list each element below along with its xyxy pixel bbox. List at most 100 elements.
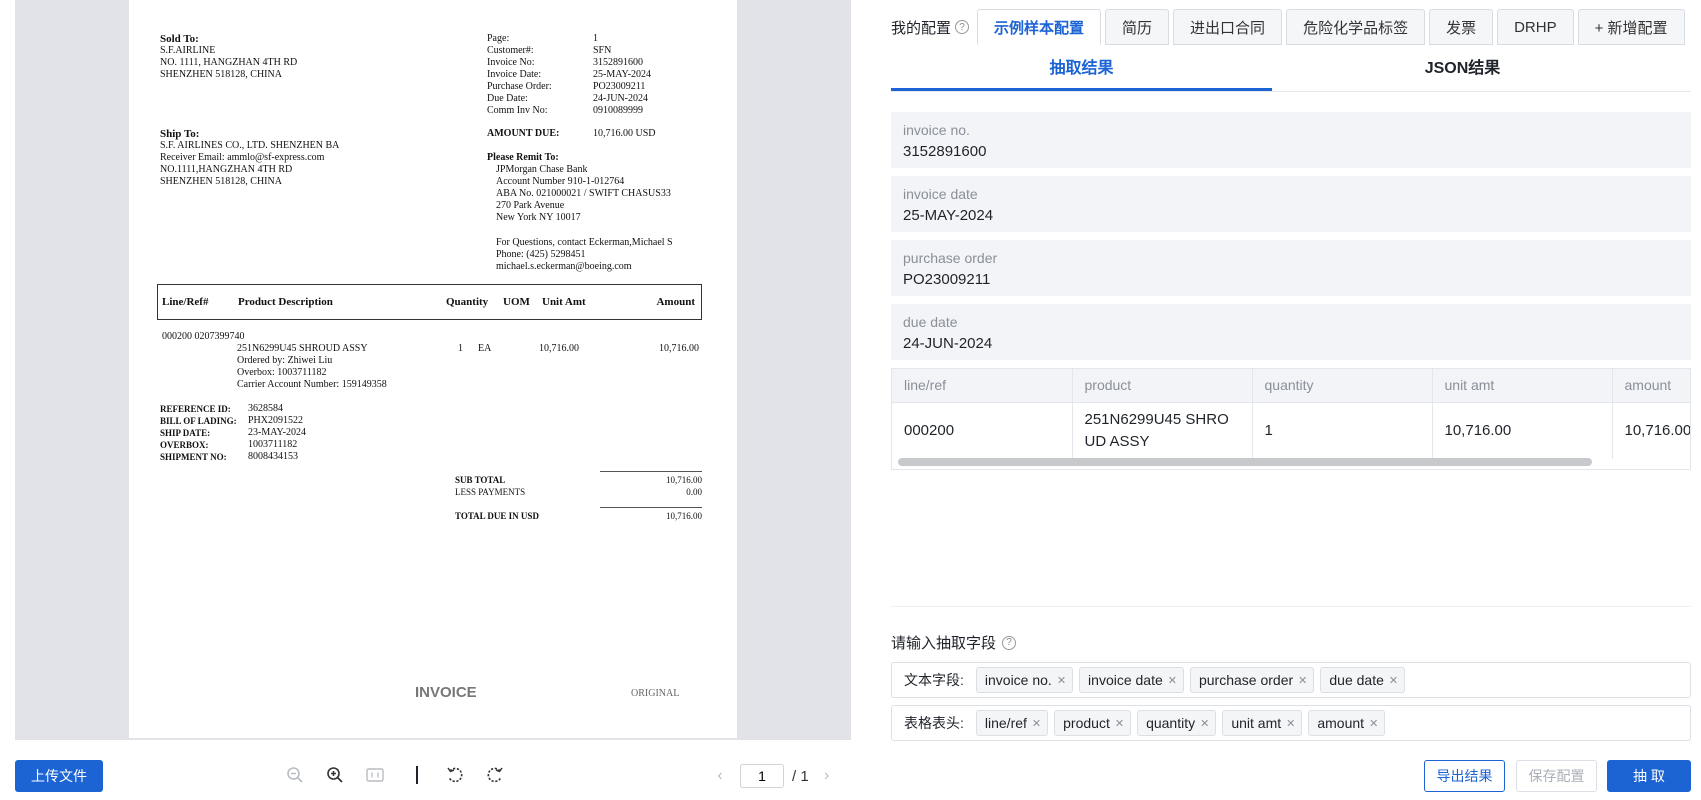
extract-button[interactable]: 抽 取 (1607, 760, 1691, 792)
ref-value: 23-MAY-2024 (248, 427, 306, 438)
export-results-button[interactable]: 导出结果 (1424, 760, 1505, 792)
tab-extraction-result[interactable]: 抽取结果 (891, 50, 1272, 91)
field-value: 24-JUN-2024 (903, 335, 993, 352)
close-icon[interactable]: ✕ (1115, 717, 1124, 730)
meta-value: 1 (593, 33, 598, 44)
viewer-canvas[interactable]: Sold To: S.F.AIRLINE NO. 1111, HANGZHAN … (15, 0, 851, 740)
config-tab-sample[interactable]: 示例样本配置 (977, 9, 1102, 45)
close-icon[interactable]: ✕ (1032, 717, 1041, 730)
tag-label: due date (1329, 672, 1384, 688)
config-bar: 我的配置 ? 示例样本配置 简历 进出口合同 危险化学品标签 发票 DRHP +… (891, 9, 1689, 45)
help-icon[interactable]: ? (1002, 635, 1017, 650)
upload-file-button[interactable]: 上传文件 (15, 760, 103, 792)
rotate-right-icon[interactable] (484, 764, 506, 786)
config-tab-resume[interactable]: 简历 (1105, 9, 1170, 45)
contact-line: For Questions, contact Eckerman,Michael … (496, 237, 673, 248)
reference-block: REFERENCE ID: 3628584 BILL OF LADING: PHX2… (160, 403, 306, 463)
table-headers-input[interactable]: 表格表头: line/ref ✕ product ✕ quantity ✕ unit … (891, 705, 1691, 741)
field-value: 3152891600 (903, 143, 987, 160)
field-label: invoice no. (903, 122, 970, 138)
tag-label: invoice no. (984, 672, 1052, 688)
tag-due-date: due date ✕ (1320, 667, 1406, 693)
ref-key: BILL OF LADING: (160, 416, 237, 426)
close-icon[interactable]: ✕ (1168, 674, 1177, 687)
item-line: 251N6299U45 SHROUD ASSY (237, 343, 368, 354)
page-total: / 1 (792, 767, 809, 785)
extraction-panel: 我的配置 ? 示例样本配置 简历 进出口合同 危险化学品标签 发票 DRHP +… (870, 0, 1701, 800)
amount-due-label: AMOUNT DUE: (487, 128, 560, 139)
result-tabs: 抽取结果 JSON结果 (891, 50, 1691, 92)
invoice-meta: Page: 1 Customer#: SFN Invoice No: 31528916… (487, 33, 687, 117)
tag-amount: amount ✕ (1308, 710, 1386, 736)
result-table: line/ref product quantity unit amt amoun… (891, 368, 1691, 470)
close-icon[interactable]: ✕ (1298, 674, 1307, 687)
header-unit-amt: Unit Amt (542, 296, 586, 308)
ship-to-block: Ship To: S.F. AIRLINES CO., LTD. SHENZHE… (160, 128, 339, 188)
horizontal-scrollbar[interactable] (898, 458, 1592, 466)
line-items-header: Line/Ref# Product Description Quantity U… (157, 284, 702, 320)
zoom-out-icon[interactable] (284, 764, 306, 786)
ref-value: PHX2091522 (248, 415, 304, 426)
tag-line-ref: line/ref ✕ (975, 710, 1049, 736)
ship-to-line: SHENZHEN 518128, CHINA (160, 176, 282, 187)
text-cursor-icon[interactable] (406, 764, 428, 786)
ref-key: REFERENCE ID: (160, 404, 231, 414)
header-description: Product Description (238, 296, 333, 308)
config-tab-drhp[interactable]: DRHP (1497, 9, 1574, 45)
tag-label: line/ref (984, 715, 1027, 731)
meta-key: Page: (487, 33, 510, 44)
table-header-cell: product (1072, 369, 1253, 403)
rotate-left-icon[interactable] (444, 764, 466, 786)
tag-invoice-no: invoice no. ✕ (975, 667, 1074, 693)
ref-value: 8008434153 (248, 451, 298, 462)
meta-value: 0910089999 (593, 105, 643, 116)
meta-key: Purchase Order: (487, 81, 552, 92)
close-icon[interactable]: ✕ (1369, 717, 1378, 730)
config-tab-invoice[interactable]: 发票 (1429, 9, 1494, 45)
tag-product: product ✕ (1054, 710, 1132, 736)
field-label: purchase order (903, 250, 998, 266)
config-tab-hazard-label[interactable]: 危险化学品标签 (1286, 9, 1426, 45)
sold-to-line: S.F.AIRLINE (160, 45, 216, 56)
close-icon[interactable]: ✕ (1286, 717, 1295, 730)
save-config-button[interactable]: 保存配置 (1516, 760, 1597, 792)
subtotal-rule (600, 471, 702, 472)
item-description: 251N6299U45 SHROUD ASSY Ordered by: Zhiw… (237, 343, 387, 391)
help-icon[interactable]: ? (955, 20, 970, 34)
meta-value: PO23009211 (593, 81, 646, 92)
remit-line: ABA No. 021000021 / SWIFT CHASUS33 (496, 188, 671, 199)
meta-key: Customer#: (487, 45, 534, 56)
ship-to-line: S.F. AIRLINES CO., LTD. SHENZHEN BA (160, 140, 340, 151)
remit-line: New York NY 10017 (496, 212, 581, 223)
divider (891, 606, 1691, 607)
table-cell: 000200 (892, 402, 1073, 459)
table-cell: 10,716.00 (1432, 402, 1613, 459)
sold-to-line: NO. 1111, HANGZHAN 4TH RD (160, 57, 298, 68)
text-fields-label: 文本字段: (904, 672, 964, 688)
close-icon[interactable]: ✕ (1057, 674, 1066, 687)
meta-key: Due Date: (487, 93, 528, 104)
text-fields-input[interactable]: 文本字段: invoice no. ✕ invoice date ✕ purchas… (891, 662, 1691, 698)
zoom-in-icon[interactable] (324, 764, 346, 786)
header-line-ref: Line/Ref# (162, 296, 209, 308)
page-navigation: ‹ / 1 › (710, 764, 837, 788)
header-amount: Amount (656, 296, 695, 308)
add-config-button[interactable]: + 新增配置 (1577, 9, 1685, 45)
ship-to-line: Receiver Email: ammlo@sf-express.com (160, 152, 325, 163)
tab-json-result[interactable]: JSON结果 (1272, 50, 1653, 91)
ship-to-title: Ship To: (160, 128, 200, 140)
next-page-icon[interactable]: › (817, 767, 837, 785)
table-headers-label: 表格表头: (904, 715, 964, 731)
table-cell: 251N6299U45 SHROUD ASSY (1072, 402, 1253, 459)
extraction-input-title: 请输入抽取字段 ? (891, 632, 1024, 653)
ref-key: OVERBOX: (160, 440, 209, 450)
actual-size-icon[interactable] (364, 764, 386, 786)
close-icon[interactable]: ✕ (1200, 717, 1209, 730)
config-tab-contract[interactable]: 进出口合同 (1173, 9, 1283, 45)
prev-page-icon[interactable]: ‹ (710, 767, 730, 785)
close-icon[interactable]: ✕ (1389, 674, 1398, 687)
table-header-row: line/ref product quantity unit amt amoun… (892, 369, 1690, 403)
item-qty: 1 (458, 343, 463, 354)
tag-label: unit amt (1231, 715, 1282, 731)
page-number-input[interactable] (740, 764, 784, 788)
